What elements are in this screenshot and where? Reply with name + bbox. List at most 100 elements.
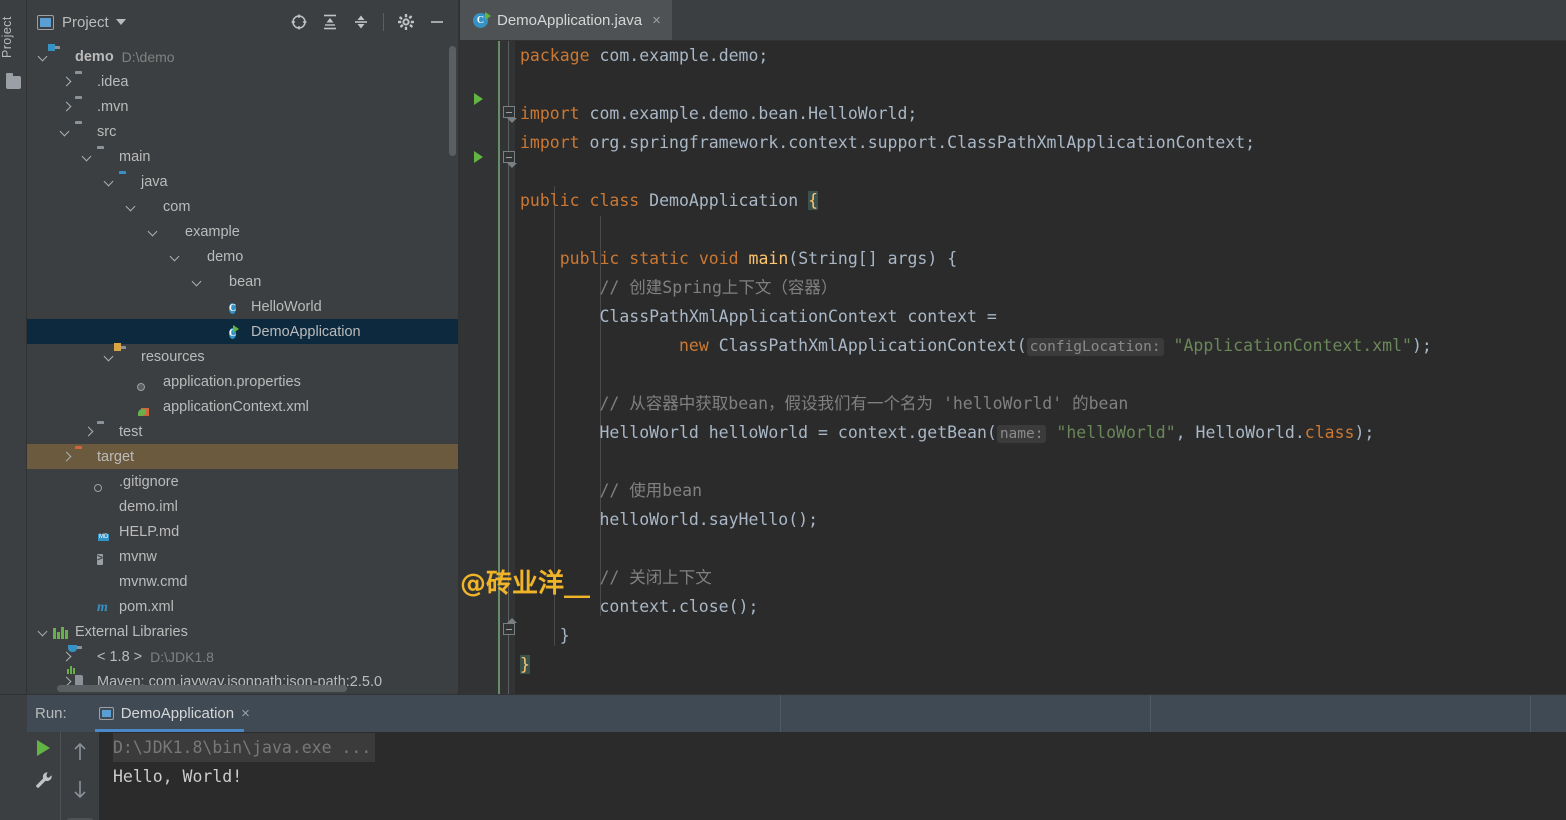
chevron-right-icon[interactable] bbox=[81, 425, 95, 439]
tree-node-label: HelloWorld bbox=[251, 298, 322, 315]
settings-wrench-icon[interactable] bbox=[34, 770, 54, 795]
editor-tab-demoapplication[interactable]: C DemoApplication.java × bbox=[460, 0, 672, 40]
gear-icon[interactable] bbox=[397, 13, 415, 31]
expand-all-icon[interactable] bbox=[321, 13, 339, 31]
code-token: "helloWorld" bbox=[1056, 423, 1176, 442]
code-token: , HelloWorld. bbox=[1175, 423, 1305, 442]
chevron-right-icon[interactable] bbox=[59, 75, 73, 89]
fold-region-end-icon[interactable] bbox=[503, 618, 517, 635]
code-token: ); bbox=[1411, 336, 1432, 355]
iml-file-icon bbox=[95, 499, 114, 516]
editor-body[interactable]: package com.example.demo; import com.exa… bbox=[460, 41, 1566, 694]
chevron-down-icon[interactable] bbox=[125, 200, 139, 214]
scroll-down-icon[interactable] bbox=[71, 779, 89, 806]
chevron-down-icon[interactable] bbox=[37, 50, 51, 64]
code-text[interactable]: package com.example.demo; import com.exa… bbox=[515, 41, 1566, 694]
fold-region-imports-icon[interactable] bbox=[503, 106, 517, 123]
tree-node-resources[interactable]: resources bbox=[27, 343, 458, 369]
run-class-gutter-icon[interactable] bbox=[474, 93, 483, 105]
spring-xml-file-icon bbox=[138, 399, 158, 416]
package-icon bbox=[163, 224, 180, 239]
tree-node-target[interactable]: target bbox=[27, 444, 458, 469]
code-line-13: // 从容器中获取bean，假设我们有一个名为 'helloWorld' 的be… bbox=[515, 389, 1566, 418]
tree-node-mvnw[interactable]: > mvnw bbox=[27, 544, 458, 569]
folder-excluded-icon bbox=[75, 449, 92, 464]
tree-node-gitignore[interactable]: .gitignore bbox=[27, 469, 458, 494]
tree-node-help-md[interactable]: MD HELP.md bbox=[27, 519, 458, 544]
tool-window-button-project[interactable]: Project bbox=[0, 6, 27, 68]
tree-node-label: bean bbox=[229, 273, 262, 290]
run-console-output[interactable]: D:\JDK1.8\bin\java.exe ... Hello, World! bbox=[99, 732, 1566, 820]
chevron-down-icon[interactable] bbox=[81, 150, 95, 164]
package-icon bbox=[185, 249, 202, 264]
shell-script-file-icon: > bbox=[97, 554, 104, 565]
tree-node-1-8[interactable]: < 1.8 > D:\JDK1.8 bbox=[27, 644, 458, 669]
locate-icon[interactable] bbox=[290, 13, 308, 31]
project-tree[interactable]: demo D:\demo .idea .mvn src main java com exampl… bbox=[27, 44, 458, 694]
header-divider-2 bbox=[1150, 695, 1151, 732]
tree-node-demo-iml[interactable]: demo.iml bbox=[27, 494, 458, 519]
editor-gutter[interactable] bbox=[460, 41, 517, 694]
folder-icon bbox=[97, 424, 114, 439]
code-token: import bbox=[520, 133, 590, 152]
code-token: public bbox=[520, 191, 590, 210]
tree-node-main[interactable]: main bbox=[27, 144, 458, 169]
code-token: // 关闭上下文 bbox=[520, 568, 712, 587]
chevron-down-icon[interactable] bbox=[103, 175, 117, 189]
rerun-icon[interactable] bbox=[37, 740, 50, 756]
fold-region-method-icon[interactable] bbox=[503, 151, 517, 168]
chevron-right-icon[interactable] bbox=[59, 450, 73, 464]
tree-arrow-placeholder bbox=[213, 325, 227, 339]
run-method-gutter-icon[interactable] bbox=[474, 151, 483, 163]
hide-panel-icon[interactable] bbox=[428, 13, 446, 31]
project-folder-icon[interactable] bbox=[6, 73, 21, 89]
code-token: (String[] args) { bbox=[788, 249, 958, 268]
tree-node-test[interactable]: test bbox=[27, 419, 458, 444]
tree-node-application-properties[interactable]: application.properties bbox=[27, 369, 458, 394]
tree-arrow-placeholder bbox=[81, 475, 95, 489]
project-horizontal-scrollbar[interactable] bbox=[57, 685, 347, 692]
tree-node-example[interactable]: example bbox=[27, 219, 458, 244]
tree-node-applicationcontext-xml[interactable]: applicationContext.xml bbox=[27, 394, 458, 419]
tree-arrow-placeholder bbox=[81, 600, 95, 614]
tree-node-helloworld[interactable]: C HelloWorld bbox=[27, 294, 458, 319]
close-icon[interactable]: × bbox=[649, 13, 661, 28]
collapse-all-icon[interactable] bbox=[352, 13, 370, 31]
chevron-down-icon[interactable] bbox=[37, 625, 51, 639]
close-icon[interactable]: × bbox=[241, 706, 250, 721]
run-tool-window: Run: DemoApplication × D:\JDK1.8\bin\jav… bbox=[0, 694, 1566, 820]
tree-node-external-libraries[interactable]: External Libraries bbox=[27, 619, 458, 644]
tree-node-idea[interactable]: .idea bbox=[27, 69, 458, 94]
chevron-down-icon[interactable] bbox=[59, 125, 73, 139]
tree-node-com[interactable]: com bbox=[27, 194, 458, 219]
tree-node-demo[interactable]: demo D:\demo bbox=[27, 44, 458, 69]
scroll-up-icon[interactable] bbox=[71, 740, 89, 767]
tree-node-demoapplication[interactable]: C DemoApplication bbox=[27, 319, 458, 344]
tree-node-pom-xml[interactable]: m pom.xml bbox=[27, 594, 458, 619]
chevron-down-icon[interactable] bbox=[147, 225, 161, 239]
tree-node-mvnw-cmd[interactable]: mvnw.cmd bbox=[27, 569, 458, 594]
tree-node-bean[interactable]: bean bbox=[27, 269, 458, 294]
chevron-down-icon[interactable] bbox=[103, 350, 117, 364]
chevron-down-icon[interactable] bbox=[115, 19, 126, 25]
chevron-down-icon[interactable] bbox=[191, 275, 205, 289]
code-token: DemoApplication bbox=[649, 191, 809, 210]
java-class-runnable-icon: C bbox=[229, 328, 237, 339]
tree-node-java[interactable]: java bbox=[27, 169, 458, 194]
code-token: org.springframework.context.support.Clas… bbox=[589, 133, 1256, 152]
chevron-down-icon[interactable] bbox=[169, 250, 183, 264]
folder-icon bbox=[75, 124, 92, 139]
tree-node-label: External Libraries bbox=[75, 623, 188, 640]
editor-tab-label: DemoApplication.java bbox=[497, 11, 643, 29]
run-config-icon bbox=[98, 707, 114, 720]
project-vertical-scrollbar[interactable] bbox=[449, 46, 456, 156]
markdown-file-icon: MD bbox=[98, 534, 110, 541]
tree-node-src[interactable]: src bbox=[27, 119, 458, 144]
tree-node-mvn[interactable]: .mvn bbox=[27, 94, 458, 119]
tree-node-demo[interactable]: demo bbox=[27, 244, 458, 269]
run-tab-demoapplication[interactable]: DemoApplication × bbox=[94, 695, 254, 732]
chevron-right-icon[interactable] bbox=[59, 100, 73, 114]
code-token: main bbox=[748, 249, 789, 268]
